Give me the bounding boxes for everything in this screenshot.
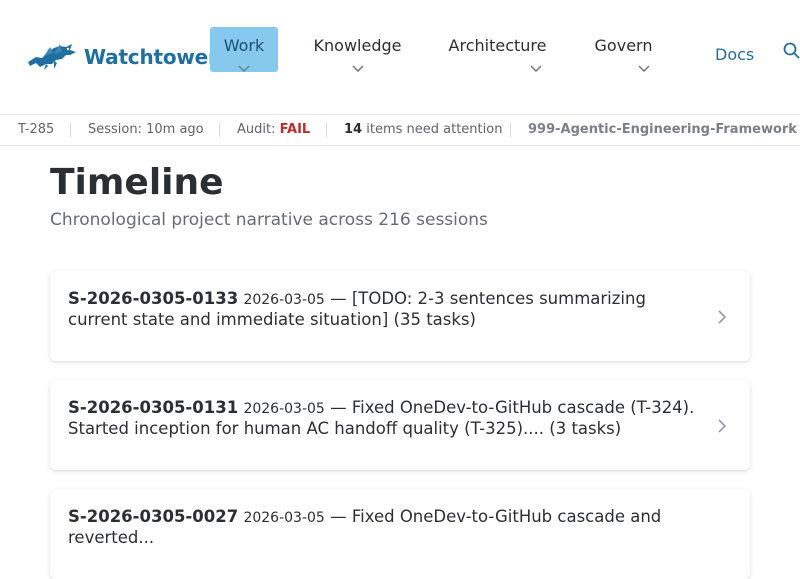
dragon-logo-icon: [28, 44, 76, 70]
session-summary: S-2026-0305-0027 2026-03-05 — Fixed OneD…: [68, 507, 700, 547]
nav-knowledge-label: Knowledge: [313, 36, 402, 55]
attention-text: items need attention: [366, 122, 503, 137]
brand-name: Watchtower: [84, 45, 218, 69]
session-status: Session: 10m ago: [88, 122, 204, 137]
chevron-right-icon: [718, 419, 726, 433]
timeline-session-card[interactable]: S-2026-0305-0133 2026-03-05 — [TODO: 2-3…: [50, 271, 750, 361]
session-date: 2026-03-05: [243, 510, 325, 526]
session-date: 2026-03-05: [243, 292, 325, 308]
status-divider: [70, 123, 71, 137]
chevron-down-icon: [352, 65, 363, 72]
nav-architecture[interactable]: Architecture: [440, 27, 555, 72]
session-summary: S-2026-0305-0133 2026-03-05 — [TODO: 2-3…: [68, 289, 700, 329]
current-task-link[interactable]: T-285: [18, 122, 54, 137]
nav-work[interactable]: Work: [210, 27, 278, 72]
search-icon: [783, 42, 800, 59]
project-name: 999-Agentic-Engineering-Framework: [528, 122, 797, 137]
session-id: S-2026-0305-0027: [68, 507, 239, 526]
status-divider: [510, 123, 511, 137]
nav-knowledge[interactable]: Knowledge: [305, 27, 410, 72]
session-id: S-2026-0305-0133: [68, 289, 239, 308]
attention-status[interactable]: 14 items need attention: [344, 122, 502, 137]
status-bar: T-285 Session: 10m ago Audit: FAIL 14 it…: [0, 115, 800, 146]
top-navigation: Watchtower Work Knowledge Architecture G…: [0, 0, 800, 115]
session-id: S-2026-0305-0131: [68, 398, 239, 417]
attention-count: 14: [344, 122, 363, 137]
audit-status[interactable]: Audit: FAIL: [237, 122, 310, 137]
nav-govern-label: Govern: [594, 36, 653, 55]
timeline-session-card[interactable]: S-2026-0305-0027 2026-03-05 — Fixed OneD…: [50, 489, 750, 579]
chevron-down-icon: [530, 65, 541, 72]
session-date: 2026-03-05: [243, 401, 325, 417]
nav-architecture-label: Architecture: [448, 36, 547, 55]
timeline-session-card[interactable]: S-2026-0305-0131 2026-03-05 — Fixed OneD…: [50, 380, 750, 470]
page-subtitle: Chronological project narrative across 2…: [50, 210, 488, 230]
chevron-down-icon: [238, 65, 250, 72]
audit-label: Audit:: [237, 122, 276, 137]
status-divider: [326, 123, 327, 137]
nav-govern[interactable]: Govern: [585, 27, 662, 72]
page-title: Timeline: [50, 162, 224, 203]
search-button[interactable]: [783, 42, 800, 63]
status-divider: [219, 123, 220, 137]
chevron-down-icon: [638, 65, 649, 72]
nav-work-label: Work: [223, 36, 265, 55]
brand-logo[interactable]: Watchtower: [26, 42, 218, 72]
audit-fail-badge: FAIL: [279, 122, 311, 137]
nav-docs-link[interactable]: Docs: [715, 45, 754, 64]
chevron-right-icon: [718, 310, 726, 324]
session-summary: S-2026-0305-0131 2026-03-05 — Fixed OneD…: [68, 398, 700, 438]
